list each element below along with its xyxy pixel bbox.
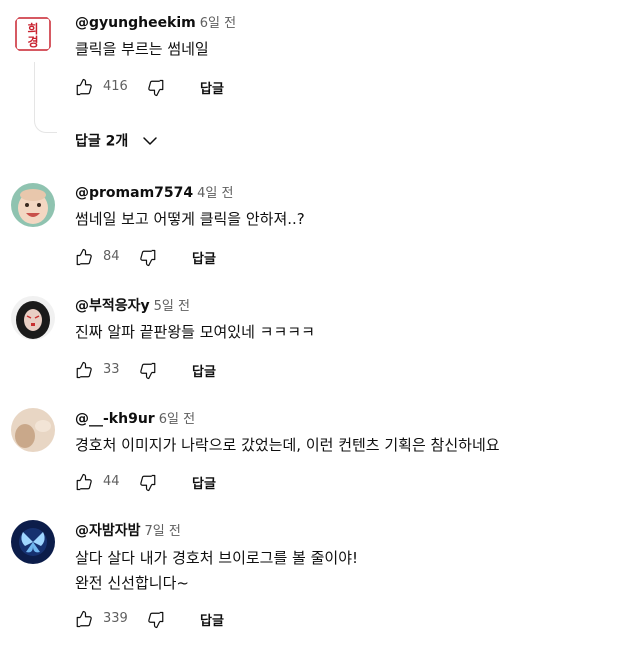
comment-text-line-2: 완전 신선합니다~: [75, 574, 189, 592]
thumbs-up-icon[interactable]: [75, 610, 93, 628]
comment-actions: 84 답글: [75, 246, 375, 268]
comment-author[interactable]: @자밤자밤: [75, 523, 141, 539]
comment-author[interactable]: @gyungheekim: [75, 15, 196, 31]
comment-actions: 339 답글: [75, 608, 375, 630]
thumbs-up-icon[interactable]: [75, 473, 93, 491]
comment-text: 클릭을 부르는 썸네일: [75, 40, 209, 58]
avatar[interactable]: [11, 520, 55, 564]
comment-time[interactable]: 7일 전: [145, 524, 181, 539]
comment-header: @promam7574 4일 전: [75, 184, 233, 203]
comment-actions: 33 답글: [75, 359, 375, 381]
beige-hand-icon: [11, 408, 55, 452]
like-count: 416: [103, 79, 128, 94]
chevron-down-icon: [143, 136, 158, 145]
like-count: 33: [103, 362, 120, 377]
comment-text-line-1: 살다 살다 내가 경호처 브이로그를 볼 줄이야!: [75, 549, 359, 567]
comment-author[interactable]: @부적응자y: [75, 298, 150, 314]
dark-face-icon: [11, 296, 55, 340]
comment-author[interactable]: @__-kh9ur: [75, 411, 155, 427]
thumbs-down-icon[interactable]: [139, 249, 157, 267]
avatar[interactable]: 희 경: [11, 12, 55, 56]
thumbs-down-icon[interactable]: [147, 611, 165, 629]
comment-time[interactable]: 6일 전: [200, 16, 236, 31]
comment-time[interactable]: 6일 전: [159, 412, 195, 427]
baby-photo-icon: [11, 183, 55, 227]
comment-author[interactable]: @promam7574: [75, 185, 193, 201]
thumbs-down-icon[interactable]: [139, 362, 157, 380]
avatar-logo-text-bottom: 경: [27, 35, 38, 49]
avatar[interactable]: [11, 296, 55, 340]
comment-text: 경호처 이미지가 나락으로 갔었는데, 이런 컨텐츠 기획은 참신하네요: [75, 436, 500, 454]
avatar[interactable]: [11, 408, 55, 452]
red-seal-logo-icon: 희 경: [11, 12, 55, 56]
thumbs-down-icon[interactable]: [139, 474, 157, 492]
comment-actions: 44 답글: [75, 471, 375, 493]
like-count: 44: [103, 474, 120, 489]
comment-time[interactable]: 5일 전: [154, 299, 190, 314]
reply-button[interactable]: 답글: [192, 473, 216, 492]
comment-text: 썸네일 보고 어떻게 클릭을 안하져..?: [75, 210, 305, 228]
like-count: 84: [103, 249, 120, 264]
blue-butterfly-icon: [11, 520, 55, 564]
thumbs-up-icon[interactable]: [75, 248, 93, 266]
avatar-logo-text-top: 희: [27, 21, 38, 36]
comment-time[interactable]: 4일 전: [197, 186, 233, 201]
thumbs-up-icon[interactable]: [75, 361, 93, 379]
like-count: 339: [103, 611, 128, 626]
thumbs-up-icon[interactable]: [75, 78, 93, 96]
reply-button[interactable]: 답글: [200, 610, 224, 629]
comment-header: @부적응자y 5일 전: [75, 297, 190, 316]
replies-toggle-button[interactable]: 답글 2개: [75, 130, 159, 154]
comment-header: @자밤자밤 7일 전: [75, 522, 181, 541]
thread-connector-line: [34, 62, 57, 133]
replies-count-label: 답글 2개: [75, 133, 129, 150]
reply-button[interactable]: 답글: [192, 248, 216, 267]
comment-header: @__-kh9ur 6일 전: [75, 410, 195, 429]
avatar[interactable]: [11, 183, 55, 227]
thumbs-down-icon[interactable]: [147, 79, 165, 97]
comment-header: @gyungheekim 6일 전: [75, 14, 236, 33]
reply-button[interactable]: 답글: [200, 78, 224, 97]
comment-text: 진짜 알파 끝판왕들 모여있네 ㅋㅋㅋㅋ: [75, 323, 315, 341]
comment-actions: 416 답글: [75, 76, 375, 98]
reply-button[interactable]: 답글: [192, 361, 216, 380]
